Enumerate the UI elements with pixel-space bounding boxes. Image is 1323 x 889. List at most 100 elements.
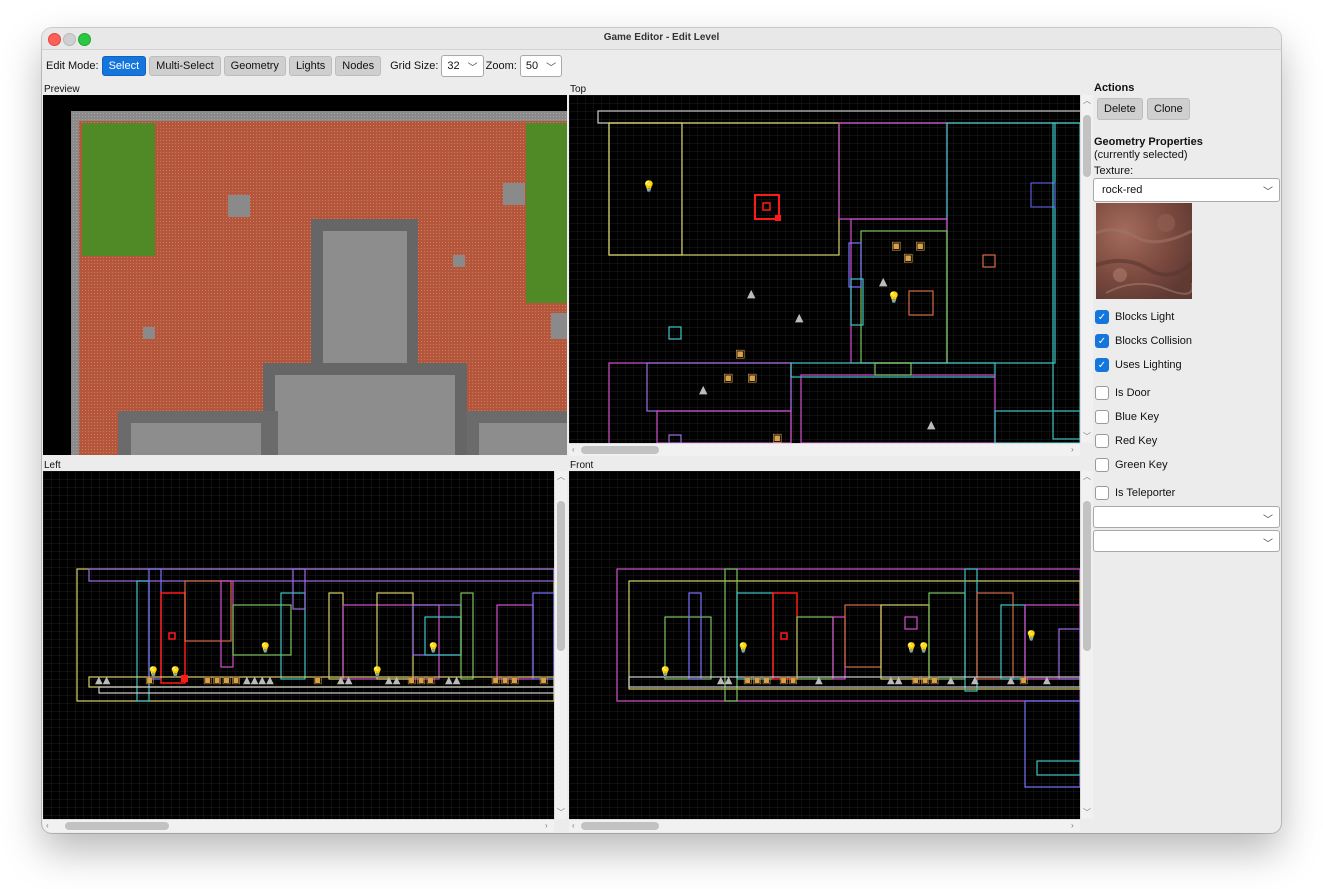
- light-bulb-icon[interactable]: 💡: [642, 180, 656, 193]
- front-viewport[interactable]: 💡 💡 💡💡 💡 ▲▲ ▣▣▣ ▣▣ ▲ ▲▲ ▣▣▣ ▲ ▲ ▲ ▣ ▲: [569, 471, 1080, 819]
- crate-icon[interactable]: ▣: [539, 675, 548, 686]
- top-view-horizontal-scrollbar[interactable]: ‹ ›: [569, 443, 1080, 456]
- scroll-up-arrow[interactable]: ︿: [1083, 473, 1091, 481]
- scroll-thumb[interactable]: [65, 822, 169, 830]
- light-bulb-icon[interactable]: 💡: [659, 665, 671, 678]
- scroll-down-arrow[interactable]: ﹀: [1083, 433, 1091, 441]
- scroll-down-arrow[interactable]: ﹀: [557, 809, 565, 817]
- enemy-node-icon[interactable]: ▲▲▲▲: [243, 675, 274, 686]
- blue-key-option[interactable]: Blue Key: [1095, 410, 1159, 424]
- enemy-node-icon[interactable]: ▲▲: [385, 675, 401, 686]
- enemy-node-icon[interactable]: ▲: [947, 675, 955, 686]
- crate-icon[interactable]: ▣▣▣▣: [203, 675, 241, 686]
- scroll-left-arrow[interactable]: ‹: [46, 822, 49, 830]
- is-door-option[interactable]: Is Door: [1095, 386, 1150, 400]
- checkbox[interactable]: [1095, 458, 1109, 472]
- enemy-node-icon[interactable]: ▲: [879, 275, 888, 288]
- enemy-node-icon[interactable]: ▲: [971, 675, 979, 686]
- resize-handle[interactable]: [181, 675, 188, 682]
- crate-icon[interactable]: ▣▣▣: [491, 675, 519, 686]
- light-bulb-icon[interactable]: 💡: [169, 665, 181, 678]
- enemy-node-icon[interactable]: ▲▲: [95, 675, 111, 686]
- enemy-node-icon[interactable]: ▲▲: [445, 675, 461, 686]
- light-bulb-icon[interactable]: 💡: [259, 641, 271, 654]
- checkbox[interactable]: [1095, 434, 1109, 448]
- teleporter-target-select[interactable]: ﹀: [1093, 506, 1280, 528]
- crate-icon[interactable]: ▣: [735, 347, 745, 360]
- enemy-node-icon[interactable]: ▲: [927, 418, 936, 431]
- resize-handle[interactable]: [775, 215, 781, 221]
- crate-icon[interactable]: ▣: [145, 675, 154, 686]
- scroll-right-arrow[interactable]: ›: [545, 822, 548, 830]
- enemy-node-icon[interactable]: ▲▲: [887, 675, 903, 686]
- checkbox[interactable]: [1095, 386, 1109, 400]
- left-view-vertical-scrollbar[interactable]: ︿ ﹀: [554, 471, 567, 819]
- front-view-vertical-scrollbar[interactable]: ︿ ﹀: [1080, 471, 1093, 819]
- crate-icon[interactable]: ▣: [903, 251, 913, 264]
- front-view-horizontal-scrollbar[interactable]: ‹ ›: [569, 819, 1080, 832]
- scroll-left-arrow[interactable]: ‹: [572, 446, 575, 454]
- light-bulb-icon[interactable]: 💡: [427, 641, 439, 654]
- scroll-thumb[interactable]: [1083, 501, 1091, 651]
- is-teleporter-option[interactable]: Is Teleporter: [1095, 486, 1175, 500]
- checkmark-icon[interactable]: ✓: [1095, 310, 1109, 324]
- mode-lights-button[interactable]: Lights: [288, 56, 333, 76]
- scroll-thumb[interactable]: [557, 501, 565, 651]
- scroll-right-arrow[interactable]: ›: [1071, 446, 1074, 454]
- teleporter-destination-select[interactable]: ﹀: [1093, 530, 1280, 552]
- scroll-left-arrow[interactable]: ‹: [572, 822, 575, 830]
- crate-icon[interactable]: ▣▣▣: [911, 675, 939, 686]
- scroll-up-arrow[interactable]: ︿: [557, 473, 565, 481]
- crate-icon[interactable]: ▣▣: [779, 675, 798, 686]
- crate-icon[interactable]: ▣: [772, 431, 782, 443]
- left-view-horizontal-scrollbar[interactable]: ‹ ›: [43, 819, 554, 832]
- crate-icon[interactable]: ▣: [747, 371, 757, 384]
- mode-nodes-button[interactable]: Nodes: [335, 56, 382, 76]
- scroll-thumb[interactable]: [581, 822, 659, 830]
- mode-select-button[interactable]: Select: [101, 56, 147, 76]
- light-bulb-icon[interactable]: 💡: [887, 291, 901, 304]
- light-bulb-icon[interactable]: 💡: [737, 641, 749, 654]
- checkbox[interactable]: [1095, 486, 1109, 500]
- light-bulb-icon[interactable]: 💡: [371, 665, 383, 678]
- checkmark-icon[interactable]: ✓: [1095, 334, 1109, 348]
- crate-icon[interactable]: ▣: [915, 239, 925, 252]
- top-view-vertical-scrollbar[interactable]: ︿ ﹀: [1080, 95, 1093, 443]
- enemy-node-icon[interactable]: ▲▲: [717, 675, 733, 686]
- crate-icon[interactable]: ▣: [313, 675, 322, 686]
- enemy-node-icon[interactable]: ▲: [747, 287, 756, 300]
- enemy-node-icon[interactable]: ▲: [795, 311, 804, 324]
- crate-icon[interactable]: ▣▣▣: [743, 675, 771, 686]
- enemy-node-icon[interactable]: ▲: [1007, 675, 1015, 686]
- crate-icon[interactable]: ▣: [891, 239, 901, 252]
- checkbox[interactable]: [1095, 410, 1109, 424]
- grid-size-select[interactable]: 32 ﹀: [441, 55, 484, 77]
- texture-select[interactable]: rock-red ﹀: [1093, 178, 1280, 202]
- enemy-node-icon[interactable]: ▲: [699, 383, 708, 396]
- light-bulb-icon[interactable]: 💡💡: [905, 641, 930, 654]
- mode-geometry-button[interactable]: Geometry: [223, 56, 286, 76]
- enemy-node-icon[interactable]: ▲: [1043, 675, 1051, 686]
- checkmark-icon[interactable]: ✓: [1095, 358, 1109, 372]
- delete-button[interactable]: Delete: [1097, 98, 1143, 120]
- scroll-thumb[interactable]: [581, 446, 659, 454]
- red-key-option[interactable]: Red Key: [1095, 434, 1157, 448]
- scroll-up-arrow[interactable]: ︿: [1083, 97, 1091, 105]
- left-viewport[interactable]: 💡 💡 💡 💡 💡 ▲▲ ▣ ▣▣▣▣ ▲▲▲▲ ▣ ▲▲ ▲▲ ▣▣▣ ▲▲ …: [43, 471, 554, 819]
- light-bulb-icon[interactable]: 💡: [1025, 629, 1037, 642]
- top-viewport[interactable]: 💡 💡 ▣ ▣ ▣ ▣ ▣ ▣ ▣ ▲ ▲ ▲ ▲ ▲: [569, 95, 1080, 443]
- crate-icon[interactable]: ▣▣▣: [407, 675, 435, 686]
- crate-icon[interactable]: ▣: [723, 371, 733, 384]
- enemy-node-icon[interactable]: ▲: [815, 675, 823, 686]
- scroll-thumb[interactable]: [1083, 115, 1091, 177]
- mode-multi-select-button[interactable]: Multi-Select: [149, 56, 221, 76]
- zoom-select[interactable]: 50 ﹀: [519, 55, 563, 77]
- scroll-right-arrow[interactable]: ›: [1071, 822, 1074, 830]
- enemy-node-icon[interactable]: ▲▲: [337, 675, 353, 686]
- uses-lighting-option[interactable]: ✓ Uses Lighting: [1095, 358, 1182, 372]
- preview-viewport[interactable]: [43, 95, 567, 455]
- blocks-light-option[interactable]: ✓ Blocks Light: [1095, 310, 1174, 324]
- scroll-down-arrow[interactable]: ﹀: [1083, 809, 1091, 817]
- crate-icon[interactable]: ▣: [1019, 675, 1028, 686]
- blocks-collision-option[interactable]: ✓ Blocks Collision: [1095, 334, 1192, 348]
